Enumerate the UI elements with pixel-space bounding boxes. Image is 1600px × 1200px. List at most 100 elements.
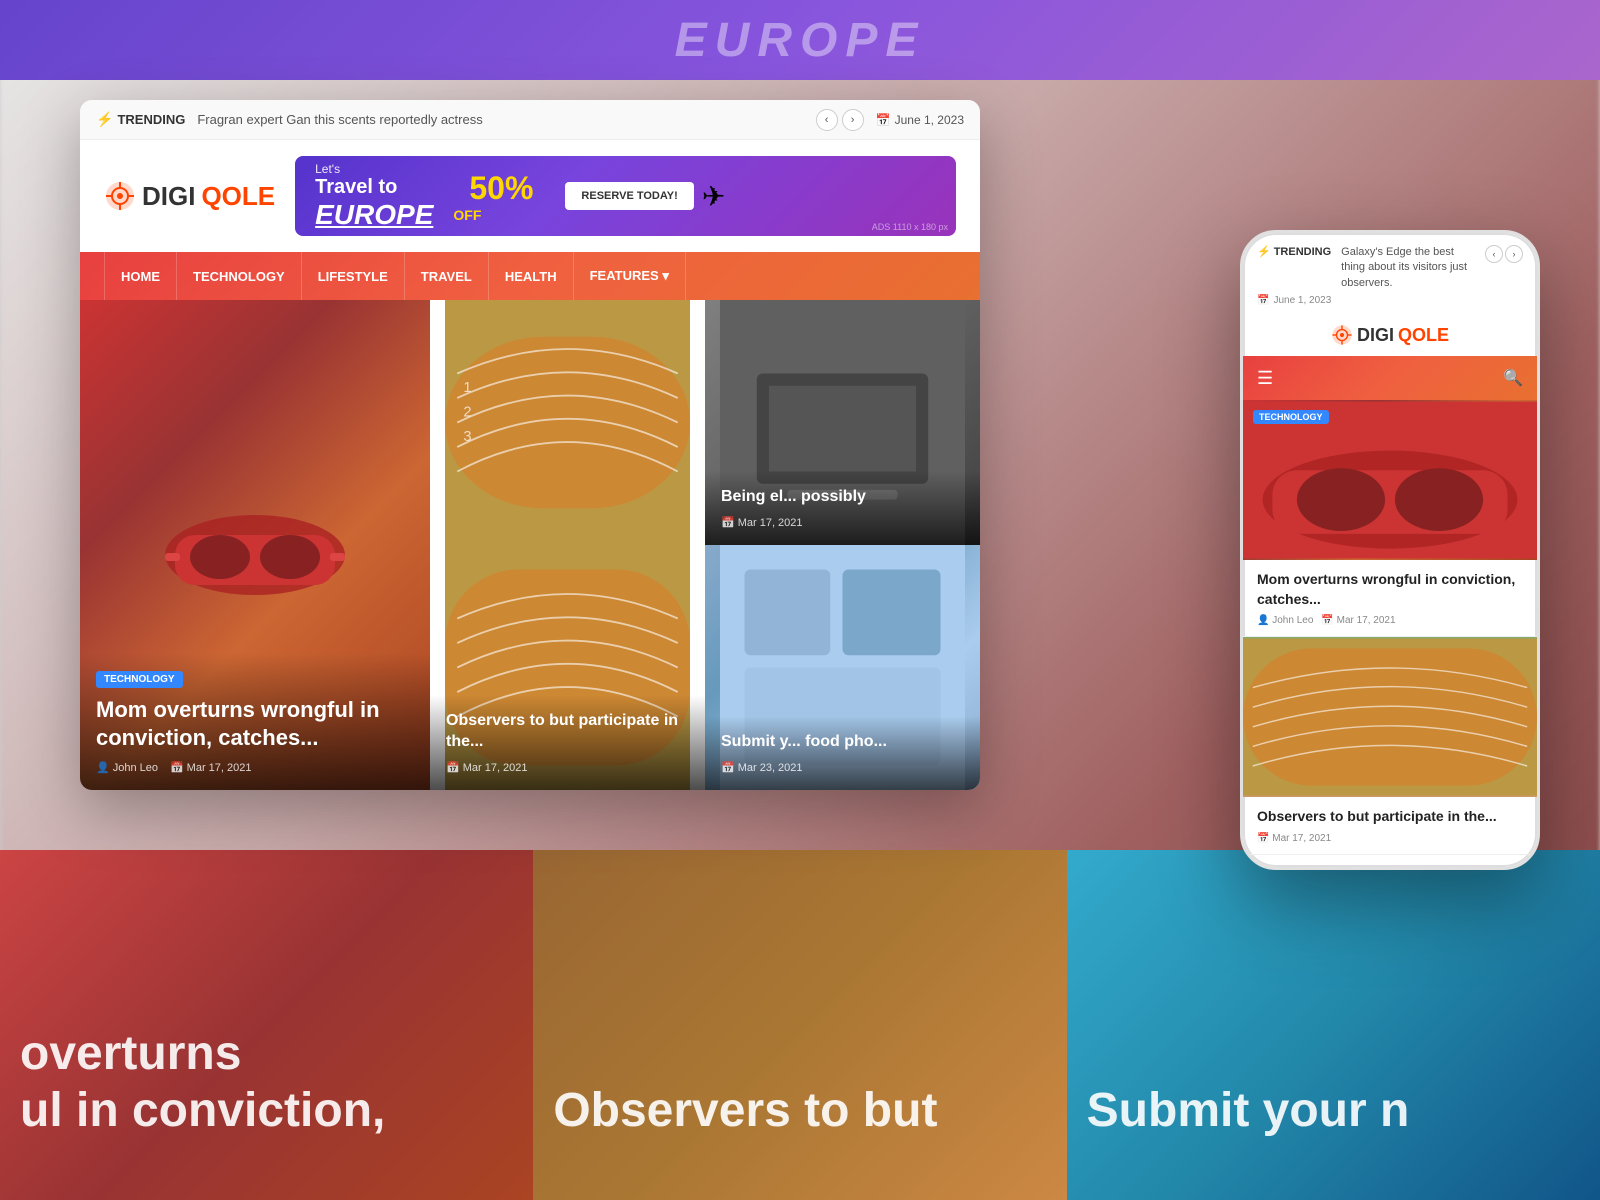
trending-label: ⚡ TRENDING — [96, 111, 185, 128]
trending-next-button[interactable]: › — [842, 109, 864, 131]
top-banner-text: EUROPE — [675, 13, 926, 68]
mobile-article-2[interactable]: Observers to but participate in the... 📅… — [1243, 637, 1537, 855]
mobile-article-1[interactable]: TECHNOLOGY Mom overturns wrongful in con… — [1243, 400, 1537, 637]
article-tech-overlay: Being el... possibly 📅 Mar 17, 2021 — [705, 471, 980, 545]
food-date-meta: 📅 Mar 23, 2021 — [721, 761, 803, 774]
ad-off-text: OFF — [453, 207, 549, 223]
ad-reserve-button[interactable]: RESERVE TODAY! — [565, 182, 693, 210]
trending-text: Fragran expert Gan this scents reportedl… — [197, 112, 803, 127]
nav-item-health[interactable]: HEALTH — [489, 252, 574, 300]
vr-headset-icon — [155, 485, 355, 605]
svg-text:3: 3 — [463, 429, 471, 445]
site-logo[interactable]: DIGIQOLE — [104, 180, 275, 212]
tech-date-meta: 📅 Mar 17, 2021 — [721, 516, 803, 529]
logo-digi: DIGI — [142, 181, 195, 212]
bottom-text-3: Submit your n — [1087, 1082, 1410, 1140]
bottom-col-3: Submit your n — [1067, 850, 1600, 1200]
top-banner: EUROPE — [0, 0, 1600, 80]
bolt-icon: ⚡ — [96, 111, 113, 128]
article-center-meta: 📅 Mar 17, 2021 — [446, 761, 689, 774]
ad-banner: Let's Travel to EUROPE 50% OFF RESERVE T… — [295, 156, 956, 236]
mobile-date-text: June 1, 2023 — [1273, 295, 1331, 306]
mobile-date-meta-2: 📅 Mar 17, 2021 — [1257, 833, 1331, 844]
mobile-logo: DIGIQOLE — [1243, 314, 1537, 356]
mobile-track-svg — [1243, 637, 1537, 797]
nav-item-lifestyle[interactable]: LIFESTYLE — [302, 252, 405, 300]
trending-nav: ‹ › — [816, 109, 864, 131]
trending-date: 📅 June 1, 2023 — [876, 113, 964, 127]
article-card-food[interactable]: Submit y... food pho... 📅 Mar 23, 2021 — [705, 545, 980, 790]
article-food-overlay: Submit y... food pho... 📅 Mar 23, 2021 — [705, 716, 980, 790]
nav-item-home[interactable]: HOME — [104, 252, 177, 300]
article-card-tech[interactable]: Being el... possibly 📅 Mar 17, 2021 — [705, 300, 980, 545]
bottom-text-1: overturns ul in conviction, — [20, 1025, 385, 1140]
svg-text:1: 1 — [463, 380, 471, 396]
mobile-nav-bar: ☰ 🔍 — [1243, 356, 1537, 400]
article-main-title: Mom overturns wrongful in conviction, ca… — [96, 696, 414, 753]
article-tech-meta: 📅 Mar 17, 2021 — [721, 516, 964, 529]
mobile-article-2-body: Observers to but participate in the... 📅… — [1243, 797, 1537, 854]
article-food-title: Submit y... food pho... — [721, 732, 964, 753]
svg-text:2: 2 — [463, 404, 471, 420]
article-food-meta: 📅 Mar 23, 2021 — [721, 761, 964, 774]
article-grid: TECHNOLOGY Mom overturns wrongful in con… — [80, 300, 980, 790]
ad-travel-text: Travel to — [315, 176, 433, 199]
mobile-date-meta-1: 📅 Mar 17, 2021 — [1321, 615, 1395, 626]
ad-lets-text: Let's — [315, 162, 433, 176]
article-card-track[interactable]: 1 2 3 — [430, 300, 705, 545]
mobile-bolt-icon: ⚡ — [1257, 245, 1271, 258]
mobile-article-1-meta: 👤 John Leo 📅 Mar 17, 2021 — [1257, 615, 1523, 626]
bottom-col-1: overturns ul in conviction, — [0, 850, 533, 1200]
logo-qole: QOLE — [201, 181, 275, 212]
nav-bar: HOME TECHNOLOGY LIFESTYLE TRAVEL HEALTH … — [80, 252, 980, 300]
nav-item-travel[interactable]: TRAVEL — [405, 252, 489, 300]
mobile-inner: ⚡ TRENDING Galaxy's Edge the best thing … — [1243, 233, 1537, 867]
track-image: 1 2 3 — [430, 300, 705, 545]
nav-item-features[interactable]: FEATURES ▾ — [574, 252, 686, 300]
mobile-menu-icon[interactable]: ☰ — [1257, 368, 1273, 389]
browser-window: ⚡ TRENDING Fragran expert Gan this scent… — [80, 100, 980, 790]
mobile-vr-bg — [1243, 400, 1537, 560]
mobile-trending-text: Galaxy's Edge the best thing about its v… — [1341, 245, 1479, 291]
bottom-background: overturns ul in conviction, Observers to… — [0, 850, 1600, 1200]
mobile-trending-label-text: TRENDING — [1274, 246, 1331, 258]
logo-ad-row: DIGIQOLE Let's Travel to EUROPE 50% OFF … — [80, 140, 980, 252]
track-svg: 1 2 3 — [430, 300, 705, 545]
mobile-trending-next[interactable]: › — [1505, 245, 1523, 263]
mobile-logo-digi: DIGI — [1357, 325, 1394, 346]
mobile-trending-row: ⚡ TRENDING Galaxy's Edge the best thing … — [1243, 233, 1537, 291]
nav-item-technology[interactable]: TECHNOLOGY — [177, 252, 302, 300]
mobile-date: 📅 June 1, 2023 — [1243, 291, 1537, 314]
ad-percent-text: 50% — [469, 170, 533, 207]
mobile-logo-icon — [1331, 324, 1353, 346]
calendar-icon: 📅 — [876, 113, 891, 127]
article-center-overlay: Observers to but participate in the... 📅… — [430, 695, 705, 790]
mobile-article-1-tag: TECHNOLOGY — [1253, 410, 1329, 424]
mobile-article-1-image: TECHNOLOGY — [1243, 400, 1537, 560]
bottom-text-2: Observers to but — [553, 1082, 937, 1140]
mobile-article-2-image — [1243, 637, 1537, 797]
ad-percent-block: 50% OFF — [453, 170, 549, 223]
ad-europe-text: EUROPE — [315, 199, 433, 231]
trending-prev-button[interactable]: ‹ — [816, 109, 838, 131]
article-card-center[interactable]: Observers to but participate in the... 📅… — [430, 545, 705, 790]
logo-icon — [104, 180, 136, 212]
bottom-col-2: Observers to but — [533, 850, 1066, 1200]
mobile-article-2-meta: 📅 Mar 17, 2021 — [1257, 833, 1523, 844]
mobile-search-icon[interactable]: 🔍 — [1503, 368, 1523, 388]
trending-bar: ⚡ TRENDING Fragran expert Gan this scent… — [80, 100, 980, 140]
mobile-author-meta: 👤 John Leo — [1257, 615, 1313, 626]
article-center-title: Observers to but participate in the... — [446, 711, 689, 753]
mobile-calendar-icon: 📅 — [1257, 295, 1269, 306]
mobile-track-bg — [1243, 637, 1537, 797]
ad-text-left: Let's Travel to EUROPE — [315, 162, 433, 231]
ad-plane-icon: ✈ — [702, 180, 725, 213]
mobile-trending-content: Galaxy's Edge the best thing about its v… — [1341, 245, 1479, 291]
ad-tag-text: ADS 1110 x 180 px — [872, 222, 948, 232]
trending-date-text: June 1, 2023 — [895, 113, 964, 127]
center-date-meta: 📅 Mar 17, 2021 — [446, 761, 528, 774]
mobile-trending-prev[interactable]: ‹ — [1485, 245, 1503, 263]
article-card-main[interactable]: TECHNOLOGY Mom overturns wrongful in con… — [80, 300, 430, 790]
trending-label-text: TRENDING — [117, 112, 185, 127]
mobile-trending-label: ⚡ TRENDING — [1257, 245, 1331, 258]
